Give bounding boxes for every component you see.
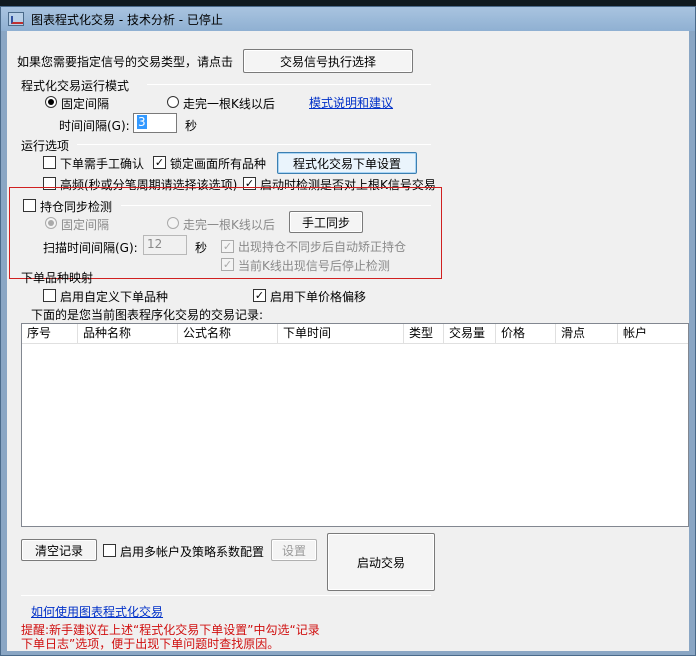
- column-header[interactable]: 滑点: [556, 324, 618, 344]
- auto-correct-checkbox[interactable]: ✓: [221, 240, 234, 253]
- scan-interval-unit: 秒: [195, 241, 208, 255]
- run-options-section-label: 运行选项: [21, 139, 70, 153]
- price-offset-label: 启用下单价格偏移: [270, 290, 367, 304]
- multi-account-settings-button[interactable]: 设置: [271, 539, 317, 561]
- lock-all-label: 锁定画面所有品种: [170, 157, 267, 171]
- order-settings-button[interactable]: 程式化交易下单设置: [277, 152, 417, 174]
- column-header[interactable]: 公式名称: [178, 324, 278, 344]
- scan-interval-input[interactable]: 12: [143, 235, 187, 255]
- order-mapping-section-label: 下单品种映射: [21, 271, 94, 285]
- position-sync-checkbox[interactable]: [23, 199, 36, 212]
- signal-type-prompt: 如果您需要指定信号的交易类型，请点击: [17, 55, 234, 69]
- auto-correct-label: 出现持仓不同步后自动矫正持仓: [238, 240, 407, 254]
- column-header[interactable]: 下单时间: [278, 324, 404, 344]
- column-header[interactable]: 帐户: [618, 324, 688, 344]
- sync-after-kline-radio[interactable]: [167, 217, 179, 229]
- dialog-client-area: 如果您需要指定信号的交易类型，请点击 交易信号执行选择 程式化交易运行模式 固定…: [7, 31, 689, 651]
- interval-label: 时间间隔(G):: [59, 119, 130, 133]
- title-bar: 图表程式化交易 - 技术分析 - 已停止: [1, 7, 695, 31]
- records-label: 下面的是您当前图表程序化交易的交易记录:: [31, 308, 264, 322]
- sync-fixed-interval-label: 固定间隔: [61, 218, 110, 232]
- tip-text-line-1: 提醒:新手建议在上述“程式化交易下单设置”中勾选“记录: [21, 623, 320, 637]
- run-options-divider: [77, 144, 431, 145]
- manual-confirm-label: 下单需手工确认: [60, 157, 145, 171]
- tip-text: 提醒:新手建议在上述“程式化交易下单设置”中勾选“记录 下单日志”选项，便于出现…: [21, 623, 320, 651]
- interval-unit: 秒: [185, 119, 198, 133]
- window-title: 图表程式化交易 - 技术分析 - 已停止: [31, 13, 223, 27]
- howto-link[interactable]: 如何使用图表程式化交易: [31, 603, 163, 620]
- signal-select-button[interactable]: 交易信号执行选择: [243, 49, 413, 73]
- column-header[interactable]: 价格: [496, 324, 556, 344]
- run-mode-after-kline-radio[interactable]: [167, 96, 179, 108]
- multi-account-checkbox[interactable]: [103, 544, 116, 557]
- sync-fixed-interval-radio[interactable]: [45, 217, 57, 229]
- start-trading-button[interactable]: 启动交易: [327, 533, 435, 591]
- column-header[interactable]: 交易量: [444, 324, 496, 344]
- mode-explain-link[interactable]: 模式说明和建议: [309, 94, 393, 111]
- chart-app-icon: [8, 12, 24, 26]
- column-header[interactable]: 序号: [22, 324, 78, 344]
- column-header[interactable]: 品种名称: [78, 324, 178, 344]
- interval-input[interactable]: 3: [133, 113, 177, 133]
- run-mode-fixed-interval-label: 固定间隔: [61, 97, 110, 111]
- lock-all-checkbox[interactable]: ✓: [153, 156, 166, 169]
- scan-interval-label: 扫描时间间隔(G):: [43, 241, 138, 255]
- run-mode-after-kline-label: 走完一根K线以后: [183, 97, 275, 111]
- dialog-window: 图表程式化交易 - 技术分析 - 已停止 如果您需要指定信号的交易类型，请点击 …: [0, 6, 696, 656]
- footer-divider: [21, 595, 431, 596]
- trade-records-table[interactable]: 序号 品种名称 公式名称 下单时间 类型 交易量 价格 滑点 帐户: [21, 323, 689, 527]
- run-mode-fixed-interval-radio[interactable]: [45, 96, 57, 108]
- tip-text-line-2: 下单日志”选项，便于出现下单问题时查找原因。: [21, 637, 280, 651]
- position-sync-section-label: 持仓同步检测: [40, 200, 113, 214]
- manual-confirm-checkbox[interactable]: [43, 156, 56, 169]
- stop-check-checkbox[interactable]: ✓: [221, 258, 234, 271]
- sync-after-kline-label: 走完一根K线以后: [183, 218, 275, 232]
- multi-account-label: 启用多帐户及策略系数配置: [120, 545, 265, 559]
- price-offset-checkbox[interactable]: ✓: [253, 289, 266, 302]
- position-sync-divider: [121, 205, 431, 206]
- run-mode-divider: [147, 84, 431, 85]
- manual-sync-button[interactable]: 手工同步: [289, 211, 363, 233]
- stop-check-label: 当前K线出现信号后停止检测: [238, 259, 390, 273]
- custom-symbol-checkbox[interactable]: [43, 289, 56, 302]
- run-mode-section-label: 程式化交易运行模式: [21, 79, 130, 93]
- table-header: 序号 品种名称 公式名称 下单时间 类型 交易量 价格 滑点 帐户: [22, 324, 688, 344]
- column-header[interactable]: 类型: [404, 324, 444, 344]
- custom-symbol-label: 启用自定义下单品种: [60, 290, 169, 304]
- clear-records-button[interactable]: 清空记录: [21, 539, 97, 561]
